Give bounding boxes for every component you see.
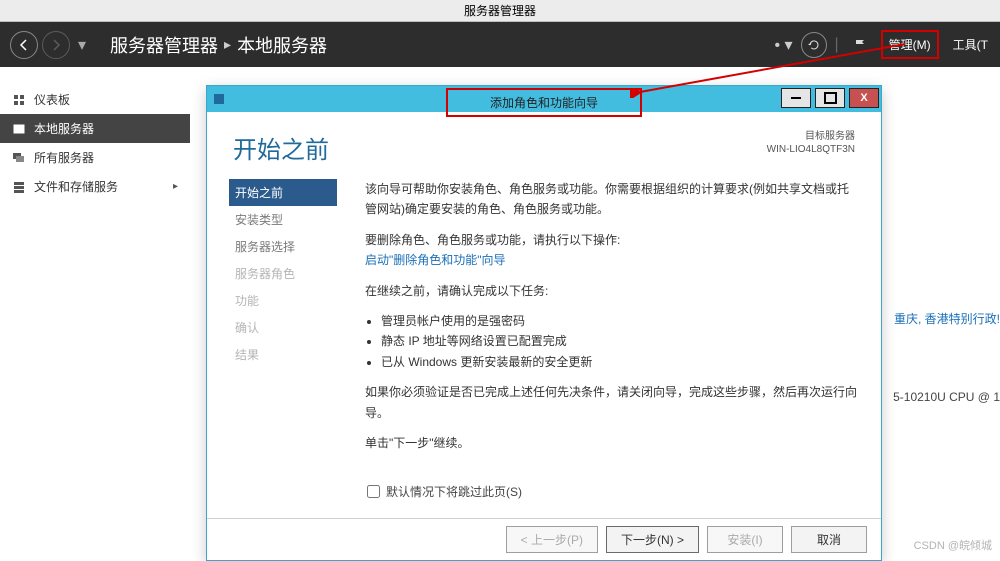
header-bar: ▾ 服务器管理器 ▸ 本地服务器 • ▾ | 管理(M) 工具(T [0, 22, 1000, 67]
para-verify: 如果你必须验证是否已完成上述任何先决条件，请关闭向导，完成这些步骤，然后再次运行… [365, 382, 859, 423]
wizard-step-results: 结果 [229, 341, 337, 368]
sidebar-item-file-storage[interactable]: 文件和存储服务 ▸ [0, 172, 190, 201]
watermark: CSDN @皖倾城 [914, 537, 992, 553]
dash-dropdown-icon[interactable]: • ▾ [774, 35, 792, 55]
sidebar-item-dashboard[interactable]: 仪表板 [0, 85, 190, 114]
sidebar-item-local-server[interactable]: 本地服务器 [0, 114, 190, 143]
wizard-nav: 开始之前 安装类型 服务器选择 服务器角色 功能 确认 结果 [207, 173, 337, 513]
main-body: 仪表板 本地服务器 所有服务器 文件和存储服务 ▸ 重庆, 香港特别行政! 5-… [0, 67, 1000, 561]
para-remove-prefix: 要删除角色、角色服务或功能，请执行以下操作: [365, 233, 620, 247]
breadcrumb-root[interactable]: 服务器管理器 [110, 32, 218, 58]
add-roles-wizard: 添加角色和功能向导 X 开始之前 目标服务器 WIN-LIO4L8QTF3N 开… [206, 85, 882, 561]
target-server-label: 目标服务器 [767, 130, 855, 143]
prereq-item: 静态 IP 地址等网络设置已配置完成 [381, 331, 859, 351]
back-button[interactable] [10, 31, 38, 59]
next-button[interactable]: 下一步(N) > [606, 526, 699, 553]
breadcrumb-separator-icon: ▸ [224, 36, 231, 53]
remove-wizard-link[interactable]: 启动"删除角色和功能"向导 [365, 253, 506, 267]
refresh-icon [807, 38, 821, 52]
para-intro: 该向导可帮助你安装角色、角色服务或功能。你需要根据组织的计算要求(例如共享文档或… [365, 179, 859, 220]
skip-page-text: 默认情况下将跳过此页(S) [386, 483, 522, 500]
refresh-button[interactable] [801, 32, 827, 58]
header-actions: • ▾ | 管理(M) 工具(T [774, 22, 1000, 67]
prereq-item: 已从 Windows 更新安装最新的安全更新 [381, 352, 859, 372]
sidebar-item-label: 文件和存储服务 [34, 178, 118, 195]
sidebar-item-label: 仪表板 [34, 91, 70, 108]
dashboard-icon [12, 93, 26, 107]
maximize-button[interactable] [815, 88, 845, 108]
forward-button[interactable] [42, 31, 70, 59]
prereq-item: 管理员帐户使用的是强密码 [381, 311, 859, 331]
flag-icon [853, 38, 867, 52]
storage-icon [12, 180, 26, 194]
bg-hint-location: 重庆, 香港特别行政! [894, 310, 1000, 327]
target-server-name: WIN-LIO4L8QTF3N [767, 143, 855, 156]
sidebar-item-label: 所有服务器 [34, 149, 94, 166]
sidebar-item-all-servers[interactable]: 所有服务器 [0, 143, 190, 172]
arrow-left-icon [18, 39, 30, 51]
para-next: 单击"下一步"继续。 [365, 433, 859, 453]
breadcrumb-current[interactable]: 本地服务器 [237, 32, 327, 58]
skip-page-checkbox[interactable] [367, 485, 380, 498]
wizard-title-bar[interactable]: 添加角色和功能向导 X [207, 86, 881, 112]
prereq-list: 管理员帐户使用的是强密码 静态 IP 地址等网络设置已配置完成 已从 Windo… [365, 311, 859, 372]
sidebar-item-label: 本地服务器 [34, 120, 94, 137]
cancel-button[interactable]: 取消 [791, 526, 867, 553]
prev-button: < 上一步(P) [506, 526, 598, 553]
header-separator: | [835, 36, 839, 54]
breadcrumb: 服务器管理器 ▸ 本地服务器 [110, 32, 327, 58]
outer-title-bar: 服务器管理器 [0, 0, 1000, 22]
server-icon [12, 122, 26, 136]
skip-page-checkbox-label[interactable]: 默认情况下将跳过此页(S) [367, 483, 522, 500]
wizard-heading: 开始之前 [233, 130, 329, 165]
wizard-step-before[interactable]: 开始之前 [229, 179, 337, 206]
nav-dropdown-icon[interactable]: ▾ [78, 35, 86, 55]
chevron-right-icon: ▸ [173, 181, 178, 192]
wizard-step-features: 功能 [229, 287, 337, 314]
bg-hint-cpu: 5-10210U CPU @ 1 [893, 390, 1000, 404]
sidebar: 仪表板 本地服务器 所有服务器 文件和存储服务 ▸ [0, 85, 190, 201]
minimize-button[interactable] [781, 88, 811, 108]
wizard-icon [207, 92, 231, 106]
para-confirm: 在继续之前，请确认完成以下任务: [365, 281, 859, 301]
install-button: 安装(I) [707, 526, 783, 553]
wizard-step-roles: 服务器角色 [229, 260, 337, 287]
app-title: 服务器管理器 [464, 4, 536, 18]
wizard-step-confirm: 确认 [229, 314, 337, 341]
wizard-footer: < 上一步(P) 下一步(N) > 安装(I) 取消 [207, 518, 881, 560]
servers-icon [12, 151, 26, 165]
arrow-right-icon [50, 39, 62, 51]
wizard-content: 该向导可帮助你安装角色、角色服务或功能。你需要根据组织的计算要求(例如共享文档或… [337, 173, 881, 513]
wizard-step-type[interactable]: 安装类型 [229, 206, 337, 233]
target-server-info: 目标服务器 WIN-LIO4L8QTF3N [767, 130, 855, 156]
flag-button[interactable] [847, 32, 873, 58]
close-button[interactable]: X [849, 88, 879, 108]
manage-menu[interactable]: 管理(M) [881, 30, 939, 59]
wizard-step-server[interactable]: 服务器选择 [229, 233, 337, 260]
wizard-title: 添加角色和功能向导 [446, 88, 642, 117]
tools-menu[interactable]: 工具(T [947, 32, 994, 57]
